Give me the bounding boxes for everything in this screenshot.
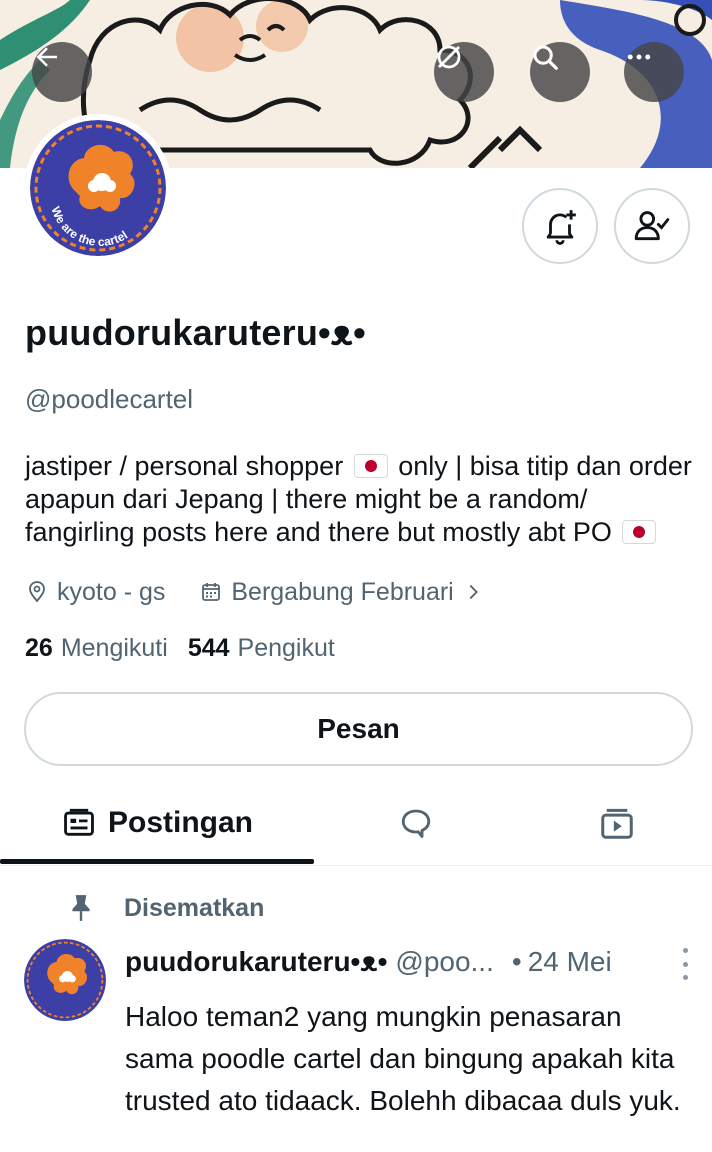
- post-author-handle[interactable]: @poo...: [395, 946, 493, 978]
- tab-replies[interactable]: [398, 780, 434, 866]
- more-options-button[interactable]: [624, 42, 684, 102]
- tab-posts-label: Postingan: [108, 806, 254, 839]
- posts-icon: [64, 808, 94, 836]
- profile-meta: kyoto - gs Bergabung Februari: [25, 575, 526, 609]
- pin-icon: [72, 895, 90, 921]
- user-handle: @poodlecartel: [25, 384, 194, 414]
- pinned-indicator: Disematkan: [68, 890, 264, 926]
- join-date[interactable]: Bergabung Februari: [199, 578, 491, 607]
- profile-tabs: Postingan: [0, 780, 712, 866]
- followers-count[interactable]: 544: [188, 634, 230, 663]
- post-date[interactable]: 24 Mei: [528, 946, 612, 978]
- grok-icon: [437, 45, 461, 69]
- followers-label[interactable]: Pengikut: [238, 634, 335, 663]
- following-label[interactable]: Mengikuti: [61, 634, 168, 663]
- replies-icon: [401, 809, 431, 838]
- search-icon: [533, 45, 558, 70]
- japan-flag-icon: [622, 520, 657, 544]
- following-count[interactable]: 26: [25, 634, 53, 663]
- post-separator: •: [511, 946, 522, 977]
- more-vertical-icon: [682, 948, 688, 953]
- person-check-icon: [634, 211, 670, 241]
- follow-stats: 26 Mengikuti 544 Pengikut: [25, 634, 355, 663]
- bell-plus-icon: [546, 210, 576, 245]
- notification-subscribe-button[interactable]: [522, 188, 598, 264]
- profile-avatar[interactable]: We are the cartel: [24, 114, 172, 262]
- back-button[interactable]: [32, 42, 92, 102]
- tab-posts[interactable]: Postingan: [62, 780, 253, 866]
- post-text: Haloo teman2 yang mungkin penasaran sama…: [125, 1001, 681, 1116]
- arrow-left-icon: [36, 47, 57, 67]
- tab-media[interactable]: [598, 780, 636, 866]
- grok-button[interactable]: [434, 42, 494, 102]
- chevron-right-icon: [469, 584, 478, 600]
- join-date-text: Bergabung Februari: [231, 577, 454, 606]
- post-author-name[interactable]: puudorukaruteru•ᴥ•: [125, 946, 387, 978]
- japan-flag-icon: [353, 454, 388, 478]
- message-button[interactable]: Pesan: [24, 692, 693, 766]
- calendar-icon: [202, 583, 221, 601]
- search-button[interactable]: [530, 42, 590, 102]
- pinned-label: Disematkan: [124, 893, 265, 922]
- avatar-logo: We are the cartel: [30, 120, 166, 256]
- media-icon: [601, 808, 633, 839]
- location-pin-icon: [29, 581, 45, 603]
- profile-bio: jastiper / personal shopper only | bisa …: [25, 450, 697, 549]
- post-header: puudorukaruteru•ᴥ• @poo... • 24 Mei: [125, 942, 695, 982]
- location-text: kyoto - gs: [57, 577, 166, 606]
- following-button[interactable]: [614, 188, 690, 264]
- display-name: puudorukaruteru•ᴥ•: [25, 312, 366, 353]
- active-tab-indicator: [0, 859, 314, 864]
- location: kyoto - gs: [25, 578, 165, 607]
- post-author-avatar[interactable]: [24, 939, 106, 1021]
- bio-text-part1: jastiper / personal shopper: [25, 451, 344, 481]
- more-horizontal-icon: [627, 54, 651, 60]
- post-more-button[interactable]: [675, 948, 695, 980]
- avatar-logo: [24, 939, 106, 1021]
